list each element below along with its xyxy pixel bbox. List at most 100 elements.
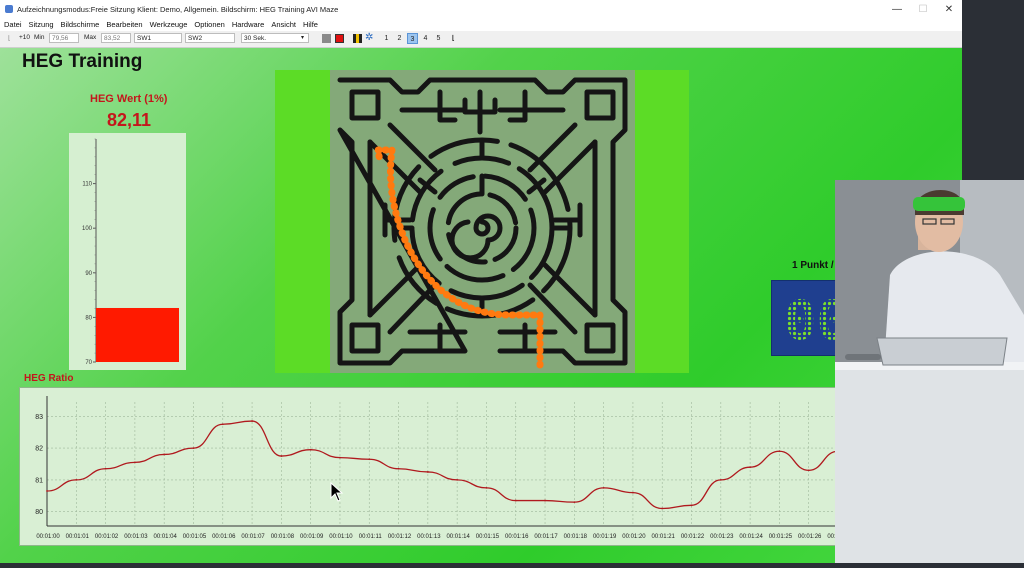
chart-x-tick-label: 00:01:13 (417, 534, 441, 540)
heg-ratio-point (280, 455, 283, 457)
maximize-button[interactable]: ☐ (910, 4, 936, 15)
chart-x-tick-label: 00:01:03 (124, 534, 148, 540)
chart-x-tick-label: 00:01:12 (388, 534, 412, 540)
mouse-cursor-icon (330, 482, 344, 502)
gray-button[interactable] (322, 34, 331, 43)
heg-bar-svg: 70 80 90 100 110 (82, 138, 179, 366)
chart-x-tick-label: 00:01:11 (359, 534, 383, 540)
grip-icon: ⌊ (8, 35, 11, 42)
sw2-select[interactable]: SW2 (185, 33, 235, 43)
chevron-down-icon[interactable]: ▾ (301, 34, 304, 41)
chart-x-tick-label: 00:01:25 (769, 534, 793, 540)
title-bar: Aufzeichnungsmodus:Freie Sitzung Klient:… (0, 0, 962, 18)
heg-bar-gauge: 70 80 90 100 110 (69, 133, 186, 370)
menu-bearbeiten[interactable]: Bearbeiten (106, 20, 142, 29)
window-title: Aufzeichnungsmodus:Freie Sitzung Klient:… (17, 4, 339, 14)
heg-ratio-point (221, 423, 224, 426)
heg-ratio-point (544, 499, 546, 502)
heg-ratio-point (104, 467, 107, 470)
step-label[interactable]: +10 (19, 34, 30, 41)
menu-optionen[interactable]: Optionen (194, 20, 224, 29)
chart-y-tick-label: 80 (35, 509, 43, 516)
chart-x-tick-label: 00:01:19 (593, 534, 617, 540)
min-label: Min (34, 34, 45, 41)
heg-value: 82,11 (107, 110, 152, 130)
app-icon (5, 5, 13, 13)
menu-datei[interactable]: Datei (4, 20, 22, 29)
max-label: Max (84, 34, 97, 41)
screen-button-2[interactable]: 2 (394, 33, 405, 44)
menu-bildschirme[interactable]: Bildschirme (61, 20, 100, 29)
heg-ratio-point (661, 507, 664, 510)
maze-panel (275, 70, 689, 373)
chart-x-tick-label: 00:01:04 (154, 534, 178, 540)
heg-ratio-point (426, 471, 429, 473)
menu-hilfe[interactable]: Hilfe (303, 20, 318, 29)
chart-y-tick-label: 81 (35, 477, 43, 484)
training-screen: HEG Training HEG Wert (1%) 82,11 70 80 90 1… (0, 48, 962, 563)
sw1-select[interactable]: SW1 (134, 33, 182, 43)
heg-ratio-point (573, 501, 576, 504)
chart-x-tick-label: 00:01:18 (564, 534, 588, 540)
heg-ratio-point (514, 499, 517, 502)
heg-ratio-label: HEG Ratio (24, 373, 74, 384)
screen-button-5[interactable]: 5 (433, 33, 444, 44)
heg-ratio-point (251, 420, 253, 422)
heg-ratio-point (46, 490, 48, 492)
chart-x-tick-label: 00:01:01 (66, 534, 90, 540)
close-button[interactable]: ✕ (936, 4, 962, 15)
heg-ratio-point (749, 466, 752, 469)
interval-select[interactable]: 30 Sek. (241, 33, 309, 43)
heg-ratio-point (163, 453, 166, 456)
heg-ratio-point (485, 486, 488, 489)
menu-hardware[interactable]: Hardware (232, 20, 265, 29)
record-button[interactable] (335, 34, 344, 43)
chart-icon[interactable]: ⌊ (452, 34, 455, 42)
menu-werkzeuge[interactable]: Werkzeuge (150, 20, 188, 29)
chart-x-tick-label: 00:01:05 (183, 534, 207, 540)
chart-x-tick-label: 00:01:10 (329, 534, 353, 540)
chart-x-tick-label: 00:01:02 (95, 534, 119, 540)
heg-value-label: HEG Wert (1%) (90, 93, 168, 105)
gauge-tick-label: 100 (82, 226, 93, 232)
webcam-overlay (835, 180, 1024, 563)
gear-icon[interactable]: ✲ (365, 32, 373, 43)
max-field[interactable]: 83,52 (101, 33, 131, 43)
screen-button-4[interactable]: 4 (420, 33, 431, 44)
heg-ratio-point (456, 478, 459, 481)
chart-x-tick-label: 00:01:07 (241, 534, 265, 540)
gauge-tick-label: 90 (85, 271, 92, 277)
pause-icon[interactable] (353, 34, 362, 43)
chart-x-tick-label: 00:01:23 (710, 534, 734, 540)
min-field[interactable]: 79,56 (49, 33, 79, 43)
presenter-video (835, 180, 1024, 563)
menu-bar: Datei Sitzung Bildschirme Bearbeiten Wer… (0, 18, 962, 31)
page-title: HEG Training (22, 51, 143, 72)
screen-button-1[interactable]: 1 (381, 33, 392, 44)
chart-x-tick-label: 00:01:24 (739, 534, 763, 540)
gauge-tick-label: 110 (82, 182, 92, 188)
chart-x-tick-label: 00:01:06 (212, 534, 236, 540)
heg-ratio-point (368, 458, 371, 461)
chart-x-tick-label: 00:01:20 (622, 534, 646, 540)
heg-ratio-point (690, 504, 693, 507)
heg-ratio-point (192, 447, 195, 450)
heg-ratio-point (133, 461, 136, 464)
gauge-tick-label: 80 (85, 315, 92, 321)
menu-ansicht[interactable]: Ansicht (271, 20, 296, 29)
chart-y-tick-label: 82 (35, 446, 43, 453)
menu-sitzung[interactable]: Sitzung (29, 20, 54, 29)
heg-ratio-point (397, 467, 400, 470)
chart-x-tick-label: 00:01:15 (476, 534, 500, 540)
screen-button-3[interactable]: 3 (407, 33, 418, 44)
heg-bar-fill (96, 307, 179, 362)
heg-ratio-point (632, 491, 634, 494)
maze-ring-1 (391, 137, 573, 319)
chart-x-tick-label: 00:01:00 (36, 534, 60, 540)
chart-x-tick-label: 00:01:09 (300, 534, 324, 540)
heg-ratio-point (309, 448, 312, 451)
chart-x-tick-label: 00:01:21 (652, 534, 676, 540)
chart-x-tick-label: 00:01:26 (798, 534, 822, 540)
minimize-button[interactable]: — (884, 4, 910, 15)
toolbar: ⌊ +10 Min 79,56 Max 83,52 SW1 SW2 30 Sek… (0, 31, 962, 48)
